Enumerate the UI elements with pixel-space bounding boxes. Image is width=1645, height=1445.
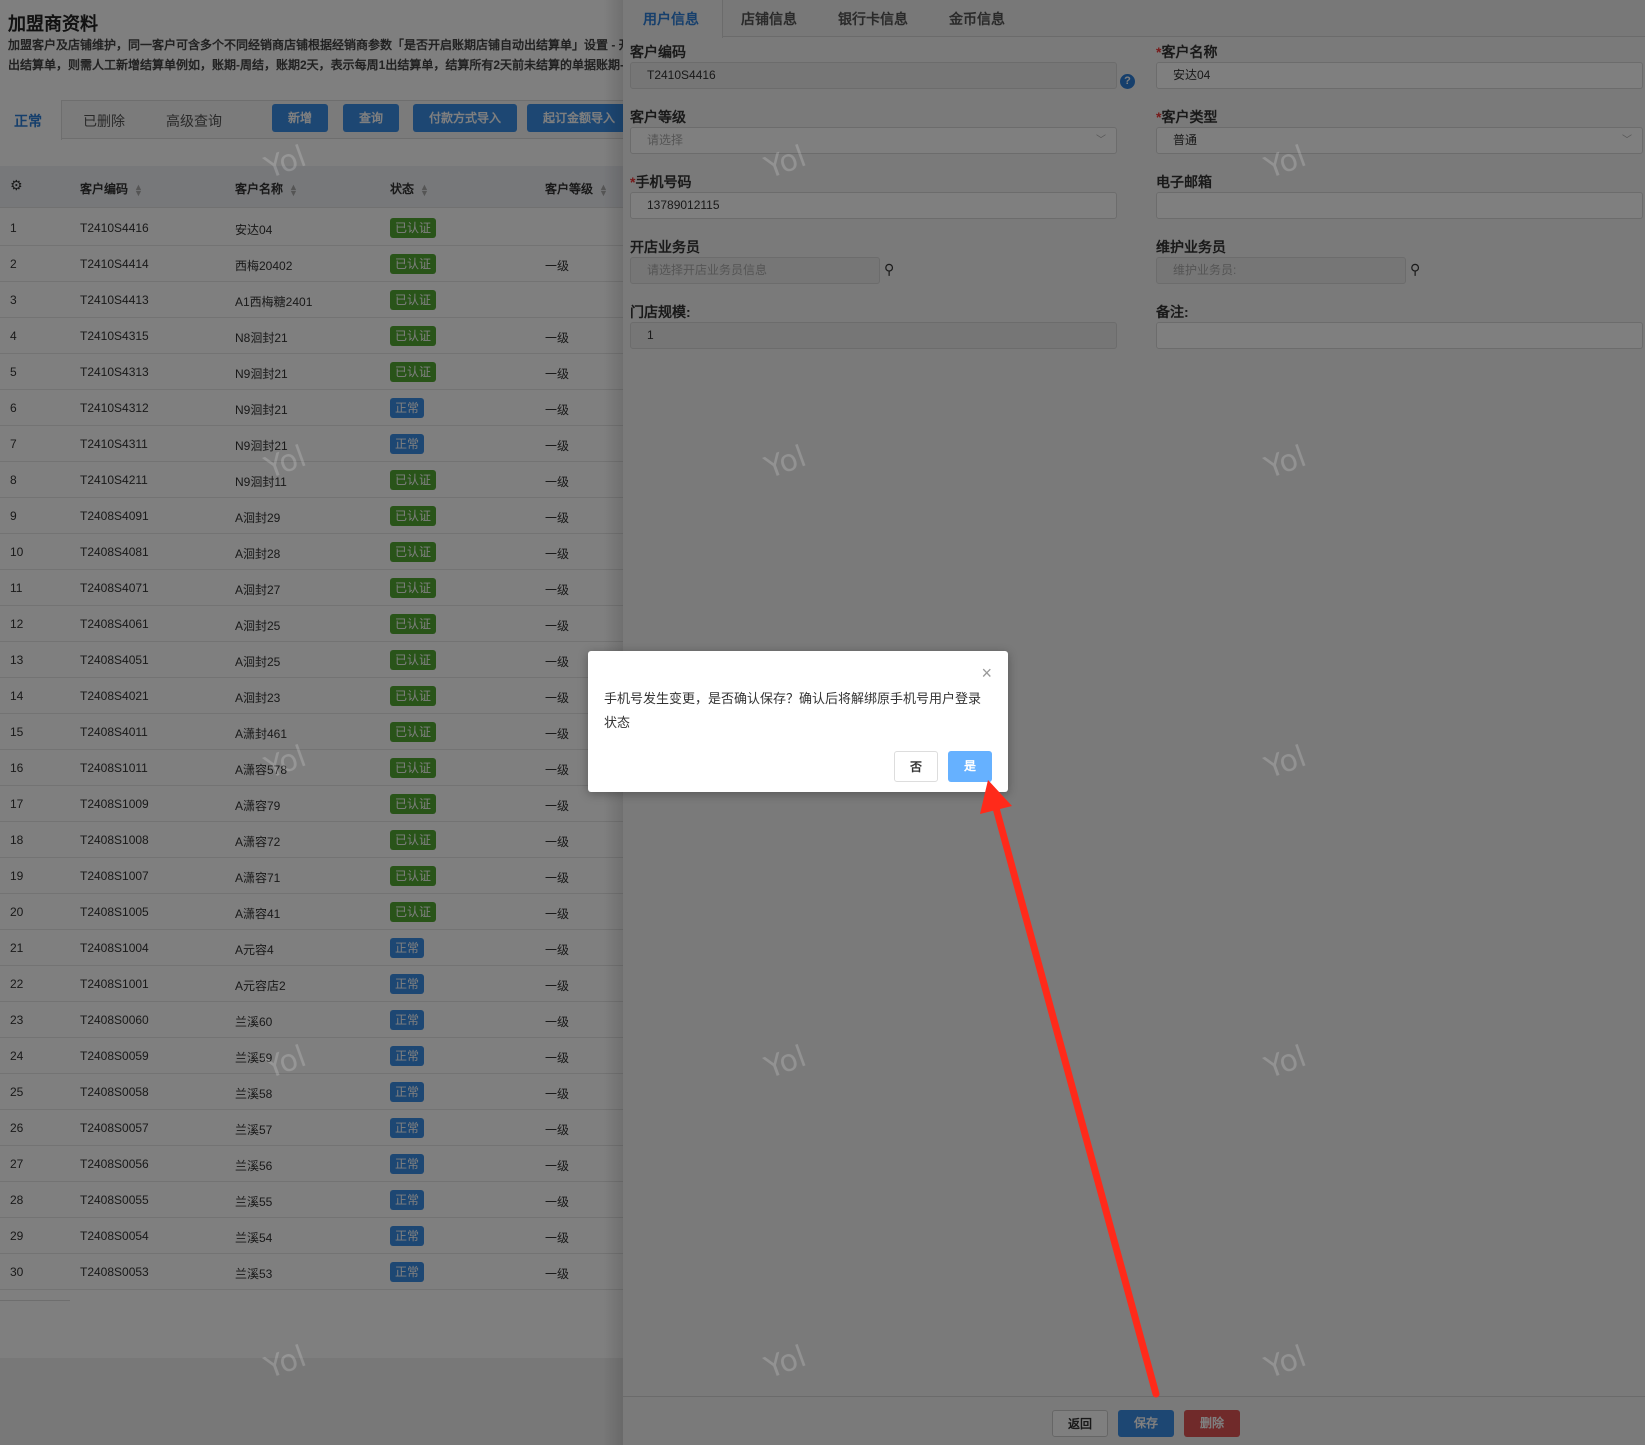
close-icon[interactable]: × — [981, 663, 992, 684]
yes-button[interactable]: 是 — [948, 751, 992, 782]
dialog-message: 手机号发生变更，是否确认保存？确认后将解绑原手机号用户登录状态 — [604, 691, 982, 730]
no-button[interactable]: 否 — [894, 751, 938, 782]
confirm-dialog: × 手机号发生变更，是否确认保存？确认后将解绑原手机号用户登录状态 否 是 — [588, 651, 1008, 792]
